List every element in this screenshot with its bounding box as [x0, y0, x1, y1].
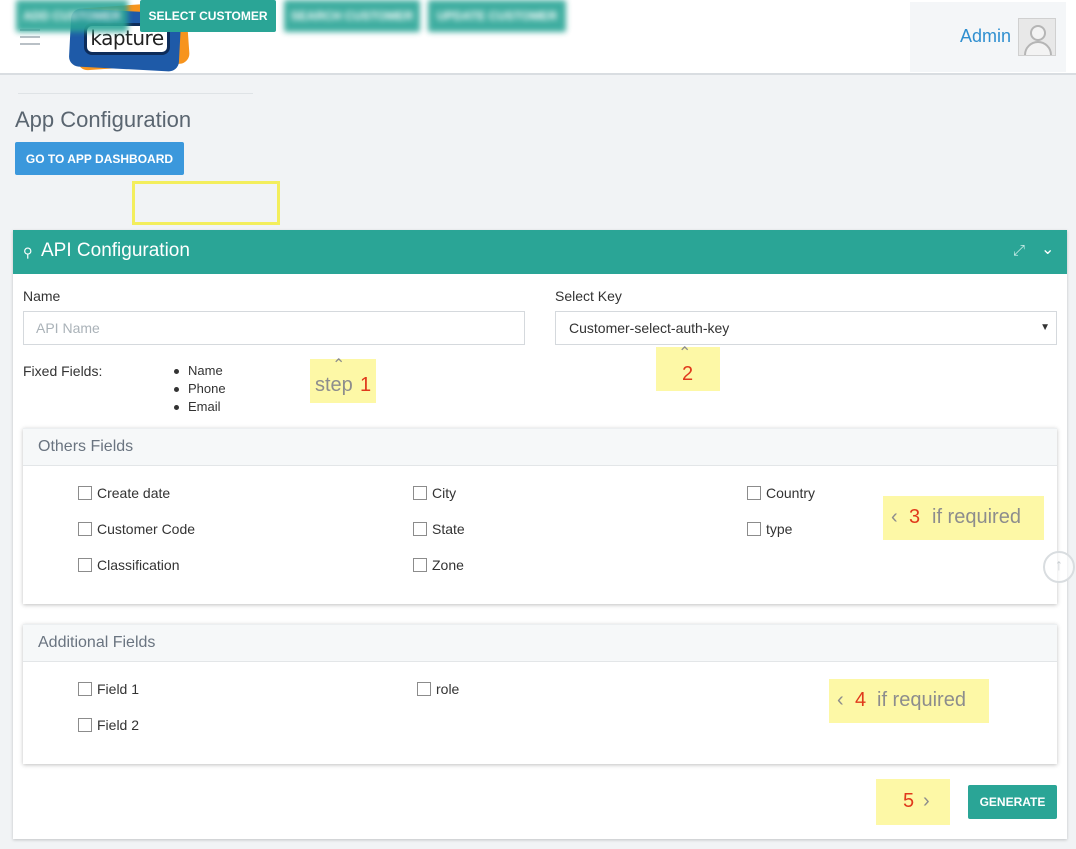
chevron-left-icon: ‹ — [837, 689, 844, 711]
additional-fields-title: Additional Fields — [23, 625, 1057, 662]
others-fields-title: Others Fields — [23, 429, 1057, 466]
divider — [18, 93, 253, 94]
annotation-step-3: ‹ 3 if required — [883, 496, 1044, 540]
list-item: Name — [174, 362, 226, 380]
tab-select-customer[interactable]: SELECT CUSTOMER — [140, 0, 276, 32]
panel-title: API Configuration — [41, 240, 190, 261]
chevron-right-icon: › — [923, 790, 930, 812]
name-label: Name — [23, 288, 61, 304]
go-to-app-dashboard-button[interactable]: GO TO APP DASHBOARD — [15, 142, 184, 175]
chevron-left-icon: ‹ — [891, 506, 898, 528]
tab-update-customer[interactable]: UPDATE CUSTOMER — [428, 0, 566, 32]
list-item: Phone — [174, 380, 226, 398]
annotation-step-4: ‹ 4 if required — [829, 679, 989, 723]
tab-highlight — [132, 181, 280, 225]
others-fields-section: Others Fields Create date City Country C… — [23, 428, 1057, 604]
caret-down-icon: ▼ — [1040, 322, 1050, 333]
user-menu[interactable]: Admin — [910, 2, 1066, 72]
api-configuration-panel: ⚲ API Configuration ⤢ ⌄ Name Select Key … — [13, 230, 1067, 839]
list-item: Email — [174, 398, 226, 416]
user-name[interactable]: Admin — [960, 26, 1011, 47]
panel-header: ⚲ API Configuration ⤢ ⌄ — [13, 230, 1067, 274]
api-name-input[interactable] — [23, 311, 525, 345]
caret-up-icon: ⌃ — [678, 345, 692, 362]
select-key-value: Customer-select-auth-key — [569, 320, 730, 336]
annotation-step-2: ⌃ 2 — [656, 345, 720, 391]
scroll-to-top-icon[interactable]: ↑ — [1043, 551, 1075, 583]
expand-icon[interactable]: ⤢ — [1013, 242, 1025, 259]
caret-up-icon: ⌃ — [332, 357, 346, 374]
tab-add-customer[interactable]: ADD CUSTOMER — [16, 0, 128, 32]
annotation-step-1: ⌃ step 1 — [310, 357, 376, 403]
page-title: App Configuration — [15, 107, 192, 132]
select-key-label: Select Key — [555, 288, 622, 304]
avatar[interactable] — [1018, 18, 1056, 56]
chevron-down-icon[interactable]: ⌄ — [1041, 239, 1054, 259]
annotation-step-5: 5 › — [876, 779, 950, 825]
key-icon: ⚲ — [23, 245, 33, 260]
select-key-dropdown[interactable]: Customer-select-auth-key ▼ — [555, 311, 1057, 345]
generate-button[interactable]: GENERATE — [968, 785, 1057, 819]
fixed-fields-list: Name Phone Email — [174, 362, 226, 416]
fixed-fields-label: Fixed Fields: — [23, 363, 103, 379]
tab-search-customer[interactable]: SEARCH CUSTOMER — [284, 0, 420, 32]
additional-fields-section: Additional Fields Field 1 role Field 2 ‹… — [23, 624, 1057, 764]
